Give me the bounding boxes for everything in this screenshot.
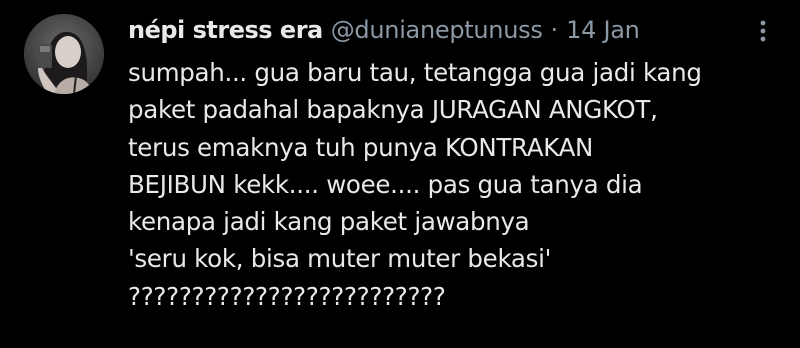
tweet-date[interactable]: 14 Jan xyxy=(566,16,640,44)
avatar-photo-icon xyxy=(24,14,104,94)
display-name[interactable]: népi stress era xyxy=(128,16,323,44)
tweet-card[interactable]: népi stress era @dunianeptunuss · 14 Jan… xyxy=(0,0,800,348)
tweet-text-line: 'seru kok, bisa muter muter bekasi' xyxy=(128,244,552,274)
separator-dot: · xyxy=(550,16,559,44)
tweet-text-line: ????????????????????????? xyxy=(128,281,446,311)
more-options-button[interactable] xyxy=(748,14,778,48)
tweet-text-line: terus emaknya tuh punya KONTRAKAN xyxy=(128,132,594,162)
avatar[interactable] xyxy=(24,14,104,94)
tweet-text-line: BEJIBUN kekk.... woee.... pas gua tanya … xyxy=(128,169,643,199)
tweet-text-line: paket padahal bapaknya JURAGAN ANGKOT, xyxy=(128,95,658,125)
more-vertical-icon xyxy=(760,20,766,42)
tweet-header: népi stress era @dunianeptunuss · 14 Jan xyxy=(128,10,640,50)
tweet-text-line: sumpah... gua baru tau, tetangga gua jad… xyxy=(128,58,702,87)
tweet-text: sumpah... gua baru tau, tetangga gua jad… xyxy=(128,54,788,315)
tweet-text-line: kenapa jadi kang paket jawabnya xyxy=(128,207,530,237)
user-handle[interactable]: @dunianeptunuss xyxy=(331,16,543,44)
